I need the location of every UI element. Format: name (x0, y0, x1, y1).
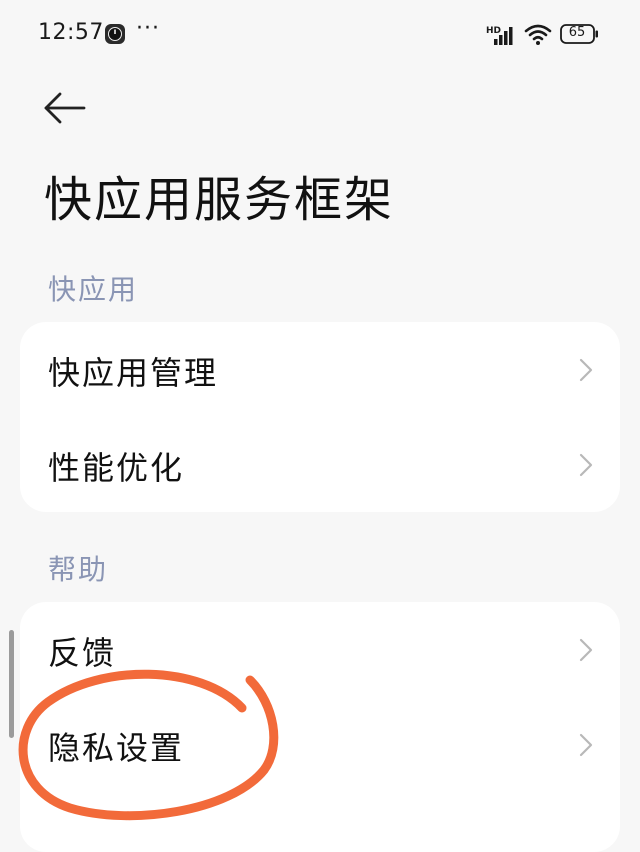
chevron-right-icon (579, 733, 593, 757)
section-label-quick-apps: 快应用 (48, 273, 139, 306)
section-label-help: 帮助 (48, 553, 109, 586)
menu-item-performance-optimization[interactable]: 性能优化 (20, 417, 620, 511)
chevron-right-icon (579, 358, 593, 382)
clock-app-icon (105, 24, 125, 44)
menu-item-privacy-settings[interactable]: 隐私设置 (20, 697, 620, 791)
menu-item-quick-app-management[interactable]: 快应用管理 (20, 322, 620, 416)
menu-item-feedback[interactable]: 反馈 (20, 602, 620, 696)
help-card: 反馈 隐私设置 (20, 602, 620, 852)
chevron-right-icon (579, 453, 593, 477)
signal-hd-label: HD (486, 26, 501, 36)
status-time: 12:57 (38, 20, 104, 45)
signal-icon: HD (486, 26, 513, 45)
battery-level: 65 (568, 25, 586, 40)
menu-item-label: 快应用管理 (48, 354, 219, 392)
page-title: 快应用服务框架 (44, 172, 395, 228)
menu-item-label: 性能优化 (48, 449, 185, 487)
back-arrow-icon[interactable] (42, 88, 88, 128)
menu-item-label: 反馈 (48, 634, 117, 672)
menu-item-label: 隐私设置 (48, 729, 185, 767)
status-bar: 12:57 ··· HD 65 (0, 0, 640, 72)
chevron-right-icon (579, 638, 593, 662)
more-notifications-icon: ··· (136, 16, 160, 41)
quick-apps-card: 快应用管理 性能优化 (20, 322, 620, 512)
scroll-indicator[interactable] (9, 630, 14, 738)
wifi-icon (524, 24, 552, 45)
